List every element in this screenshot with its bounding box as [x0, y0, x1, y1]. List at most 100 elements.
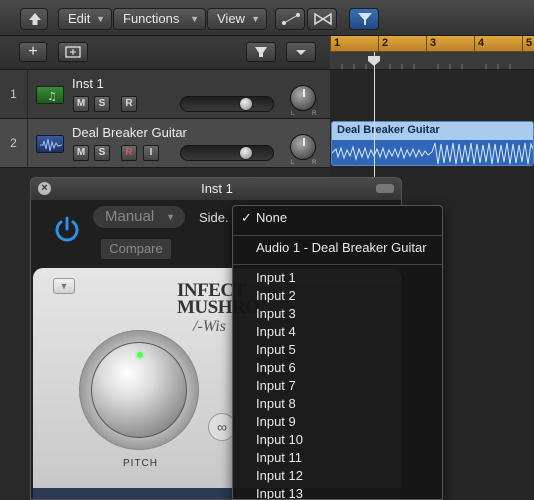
- bar-number: 3: [430, 37, 437, 49]
- record-enable-button[interactable]: R: [121, 145, 137, 161]
- add-stack-icon: [65, 46, 81, 58]
- preset-label: Manual: [105, 208, 155, 225]
- bar-tick: [426, 36, 427, 52]
- bar-tick: [378, 36, 379, 52]
- edit-menu[interactable]: Edit ▼: [58, 8, 112, 30]
- close-icon: ×: [41, 182, 48, 194]
- catch-filter-icon: [358, 13, 372, 25]
- automation-button[interactable]: [275, 8, 305, 30]
- menu-item-input[interactable]: Input 13: [233, 485, 442, 499]
- track-filter-button[interactable]: [246, 42, 276, 62]
- view-menu-label: View: [217, 11, 245, 26]
- mute-button[interactable]: M: [73, 96, 89, 112]
- bar-number: 1: [334, 37, 341, 49]
- input-monitoring-button[interactable]: I: [143, 145, 159, 161]
- solo-button[interactable]: S: [94, 96, 110, 112]
- pitch-label: PITCH: [123, 458, 158, 469]
- track-options-button[interactable]: [286, 42, 316, 62]
- solo-button[interactable]: S: [94, 145, 110, 161]
- volume-fader-handle[interactable]: [239, 97, 253, 111]
- functions-menu[interactable]: Functions ▼: [113, 8, 206, 30]
- track-name[interactable]: Deal Breaker Guitar: [72, 125, 187, 140]
- view-menu[interactable]: View ▼: [207, 8, 267, 30]
- bar-number: 2: [382, 37, 389, 49]
- flex-bowtie-icon: [314, 12, 332, 26]
- mute-button[interactable]: M: [73, 145, 89, 161]
- filter-icon: [255, 47, 267, 57]
- power-icon: [55, 216, 79, 242]
- menu-item-input[interactable]: Input 8: [233, 395, 442, 413]
- chevron-down-icon: [296, 50, 306, 55]
- close-button[interactable]: ×: [38, 182, 51, 195]
- menu-item-input[interactable]: Input 1: [233, 269, 442, 287]
- up-arrow-icon: [29, 13, 41, 25]
- pan-left-label: L: [291, 160, 295, 166]
- menu-item-input[interactable]: Input 6: [233, 359, 442, 377]
- menu-item-input[interactable]: Input 7: [233, 377, 442, 395]
- pan-left-label: L: [291, 111, 295, 117]
- chevron-down-icon: ▼: [190, 14, 199, 24]
- beat-ticks: [341, 64, 511, 69]
- menu-item-audio-track[interactable]: Audio 1 - Deal Breaker Guitar: [233, 239, 442, 257]
- plugin-title: Inst 1: [31, 178, 401, 200]
- track-header-toolbar: +: [0, 36, 330, 70]
- preset-menu[interactable]: Manual ▼: [93, 206, 185, 228]
- menu-item-input[interactable]: Input 10: [233, 431, 442, 449]
- bar-ruler[interactable]: 1 2 3 4 5: [330, 36, 534, 52]
- brand-sub-logo: /-Wis: [193, 318, 226, 335]
- region-name: Deal Breaker Guitar: [337, 124, 440, 136]
- menu-separator: [233, 264, 442, 265]
- panel-menu-button[interactable]: ▼: [53, 278, 75, 294]
- menu-separator: [233, 235, 442, 236]
- volume-fader[interactable]: [180, 96, 274, 112]
- record-enable-button[interactable]: R: [121, 96, 137, 112]
- up-arrow-button[interactable]: [20, 8, 48, 30]
- menu-item-input[interactable]: Input 2: [233, 287, 442, 305]
- plus-icon: +: [28, 43, 38, 60]
- side-chain-label: Side.: [199, 210, 229, 225]
- checkmark-icon: ✓: [241, 210, 252, 225]
- svg-text:♫: ♫: [47, 90, 57, 103]
- secondary-ruler[interactable]: [330, 52, 534, 70]
- software-instrument-icon: ♫: [36, 86, 64, 104]
- menu-item-none[interactable]: ✓ None: [233, 209, 442, 227]
- catch-filter-button[interactable]: [349, 8, 379, 30]
- bypass-button[interactable]: [51, 213, 83, 245]
- volume-fader[interactable]: [180, 145, 274, 161]
- add-track-button[interactable]: +: [19, 42, 47, 62]
- automation-curve-icon: [282, 13, 300, 25]
- menu-item-input[interactable]: Input 4: [233, 323, 442, 341]
- flex-button[interactable]: [307, 8, 337, 30]
- pan-knob[interactable]: [290, 85, 316, 111]
- compare-button[interactable]: Compare: [101, 239, 171, 259]
- track-number: 1: [0, 70, 28, 119]
- track-row-selected[interactable]: 2 Deal Breaker Guitar M S R I L R: [0, 119, 330, 168]
- chevron-down-icon: ▼: [251, 14, 260, 24]
- menu-item-input[interactable]: Input 5: [233, 341, 442, 359]
- menu-item-input[interactable]: Input 12: [233, 467, 442, 485]
- bar-tick: [522, 36, 523, 52]
- link-icon: ∞: [217, 419, 227, 435]
- track-number: 2: [0, 119, 28, 168]
- functions-menu-label: Functions: [123, 11, 180, 26]
- pan-right-label: R: [312, 160, 317, 166]
- audio-waveform-icon: [36, 135, 64, 153]
- bar-tick: [474, 36, 475, 52]
- add-stack-button[interactable]: [58, 42, 88, 62]
- side-chain-menu: ✓ None Audio 1 - Deal Breaker Guitar Inp…: [232, 205, 443, 500]
- audio-region[interactable]: Deal Breaker Guitar: [331, 121, 534, 166]
- bar-tick: [330, 36, 331, 52]
- pan-knob[interactable]: [290, 134, 316, 160]
- menu-item-input[interactable]: Input 9: [233, 413, 442, 431]
- pan-right-label: R: [312, 111, 317, 117]
- knob-indicator-led: [137, 352, 143, 358]
- menu-item-input[interactable]: Input 3: [233, 305, 442, 323]
- chevron-down-icon: ▼: [96, 14, 105, 24]
- track-row[interactable]: 1 ♫ Inst 1 M S R L R: [0, 70, 330, 119]
- volume-fader-handle[interactable]: [239, 146, 253, 160]
- track-name[interactable]: Inst 1: [72, 76, 104, 91]
- menu-item-input[interactable]: Input 11: [233, 449, 442, 467]
- chevron-down-icon: ▼: [166, 212, 175, 222]
- collapse-button[interactable]: [376, 184, 394, 193]
- bar-number: 5: [526, 37, 533, 49]
